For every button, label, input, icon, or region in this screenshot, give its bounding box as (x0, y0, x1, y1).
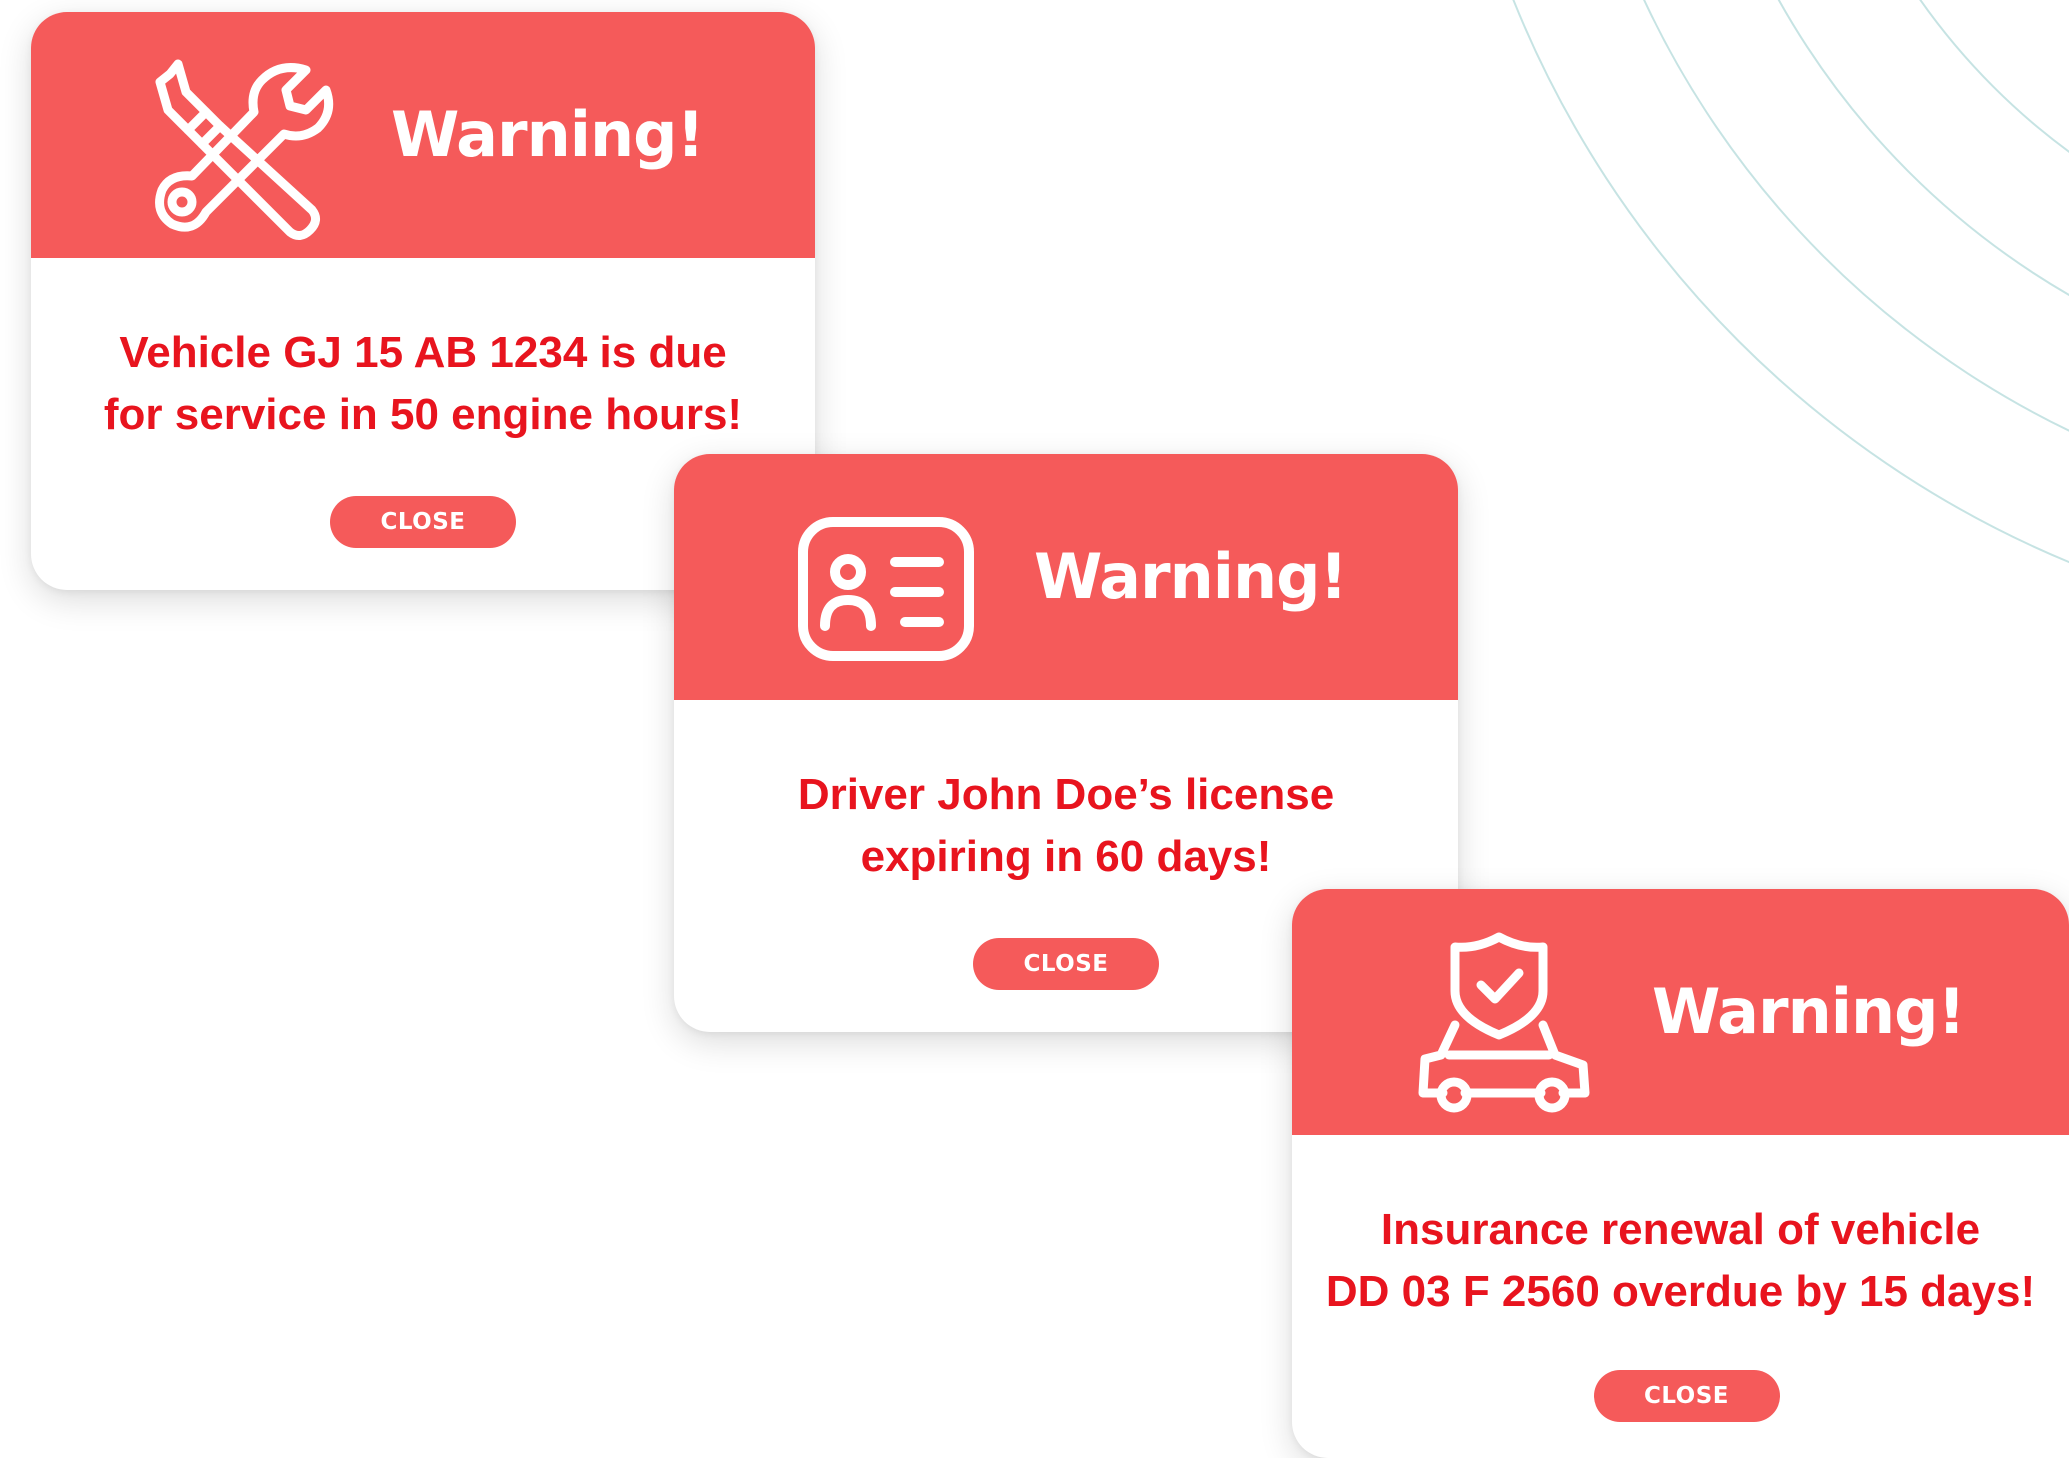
wrench-screwdriver-icon (148, 52, 338, 242)
warning-message: Insurance renewal of vehicle DD 03 F 256… (1312, 1199, 2049, 1323)
card-header: Warning! (1292, 889, 2069, 1135)
close-button[interactable]: CLOSE (1593, 1370, 1780, 1422)
message-line: Insurance renewal of vehicle (1380, 1205, 1981, 1254)
card-header: Warning! (31, 12, 815, 258)
message-line: for service in 50 engine hours! (103, 390, 743, 439)
message-line: expiring in 60 days! (860, 832, 1272, 881)
card-header: Warning! (674, 454, 1458, 700)
id-card-icon (791, 494, 981, 684)
message-line: Vehicle GJ 15 AB 1234 is due (119, 328, 727, 377)
close-button[interactable]: CLOSE (330, 496, 516, 548)
message-line: Driver John Doe’s license (797, 770, 1335, 819)
warning-title: Warning! (1652, 975, 1966, 1048)
close-button[interactable]: CLOSE (973, 938, 1159, 990)
car-insurance-shield-icon (1409, 929, 1599, 1119)
warning-title: Warning! (1034, 540, 1348, 613)
message-line: DD 03 F 2560 overdue by 15 days! (1325, 1267, 2036, 1316)
warning-card-insurance: Warning! Insurance renewal of vehicle DD… (1292, 889, 2069, 1458)
warning-title: Warning! (391, 98, 705, 171)
warning-message: Vehicle GJ 15 AB 1234 is due for service… (51, 322, 795, 446)
warning-message: Driver John Doe’s license expiring in 60… (694, 764, 1438, 888)
